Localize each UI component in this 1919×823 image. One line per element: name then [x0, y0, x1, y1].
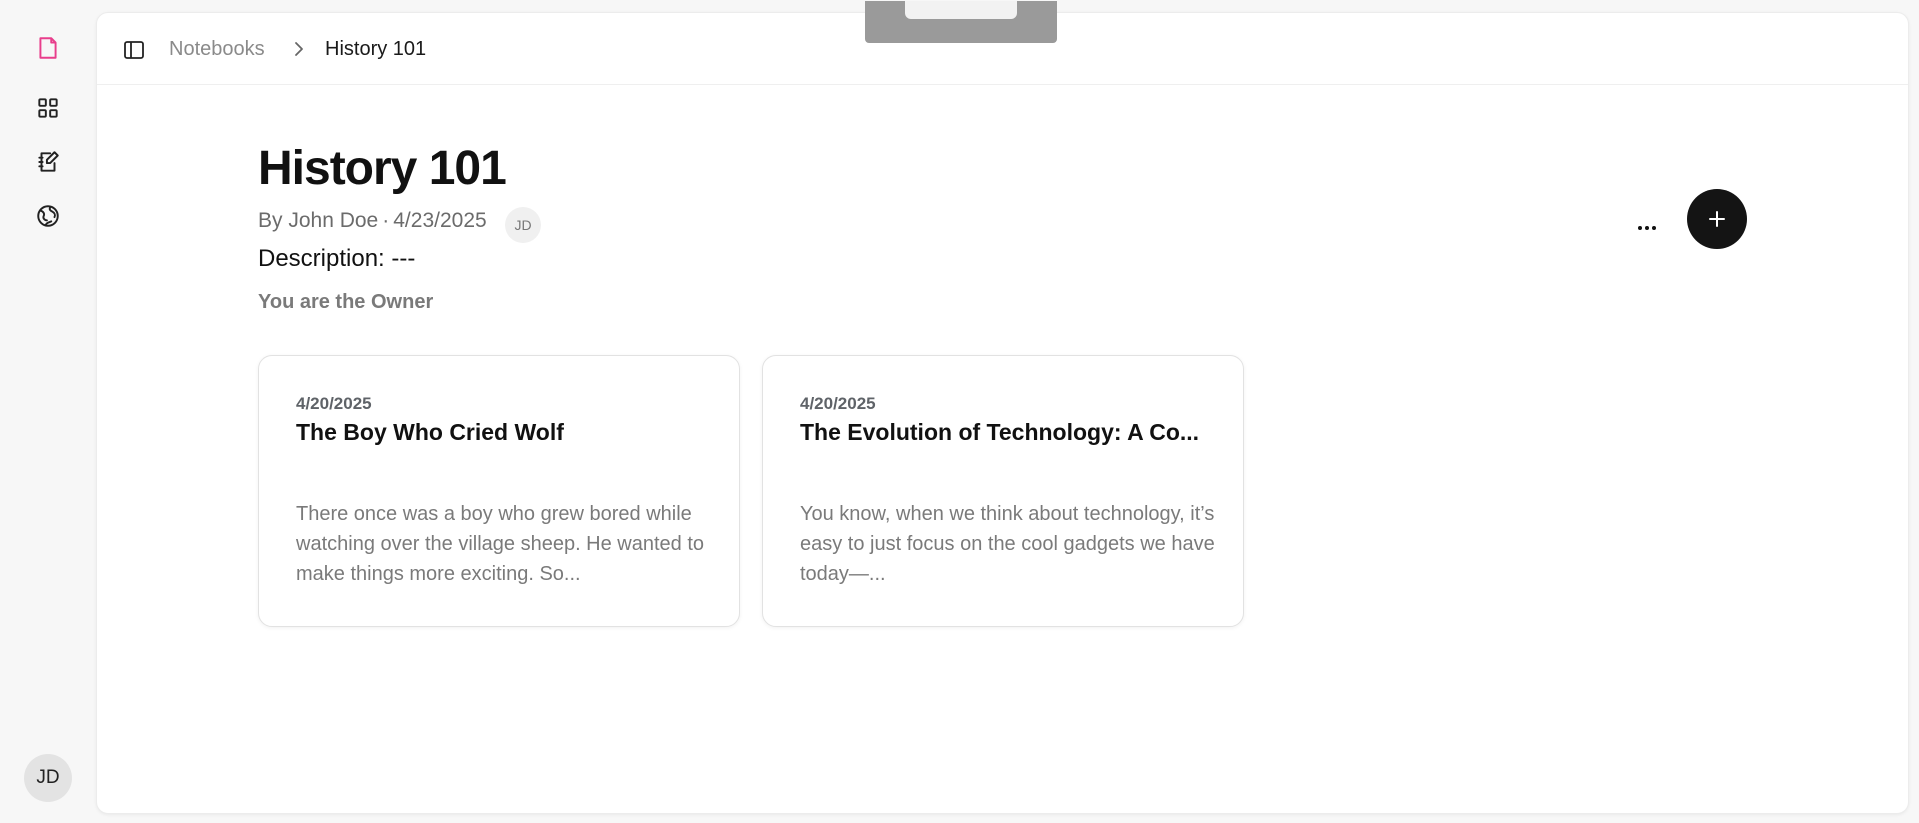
top-bar: Notebooks History 101: [97, 13, 1908, 85]
more-horizontal-icon: [1638, 226, 1656, 230]
breadcrumb-notebooks-link[interactable]: Notebooks: [169, 36, 265, 62]
ownership-label: You are the Owner: [258, 291, 434, 313]
note-title: The Boy Who Cried Wolf: [296, 419, 564, 445]
globe-icon[interactable]: [30, 198, 66, 234]
note-excerpt: You know, when we think about technology…: [800, 503, 1215, 585]
note-icon[interactable]: [30, 30, 66, 66]
more-options-button[interactable]: [1630, 211, 1664, 245]
note-title: The Evolution of Technology: A Co...: [800, 419, 1200, 445]
note-card[interactable]: 4/20/2025 The Boy Who Cried Wolf There o…: [258, 355, 740, 627]
author-name: By John Doe: [258, 209, 379, 232]
notebook-meta: By John Doe · 4/23/2025: [258, 209, 487, 233]
page-title: History 101: [258, 142, 507, 195]
note-date: 4/20/2025: [800, 394, 876, 413]
plus-icon: [1709, 211, 1725, 227]
meta-separator: ·: [382, 209, 390, 232]
note-excerpt: There once was a boy who grew bored whil…: [296, 503, 705, 585]
created-date: 4/23/2025: [393, 209, 487, 232]
left-rail: JD: [0, 0, 96, 823]
sidebar-toggle-icon[interactable]: [121, 37, 147, 63]
note-card[interactable]: 4/20/2025 The Evolution of Technology: A…: [762, 355, 1244, 627]
grid-icon[interactable]: [30, 90, 66, 126]
chevron-right-icon: [295, 42, 303, 56]
breadcrumb-current: History 101: [325, 38, 427, 60]
main-panel: Notebooks History 101 History 101 By Joh…: [96, 1, 1909, 814]
note-date: 4/20/2025: [296, 394, 372, 413]
notebook-description: Description: ---: [258, 245, 416, 272]
notebook-edit-icon[interactable]: [30, 144, 66, 180]
user-avatar[interactable]: JD: [24, 754, 72, 802]
add-note-button[interactable]: [1687, 189, 1747, 249]
author-avatar: JD: [505, 207, 541, 243]
